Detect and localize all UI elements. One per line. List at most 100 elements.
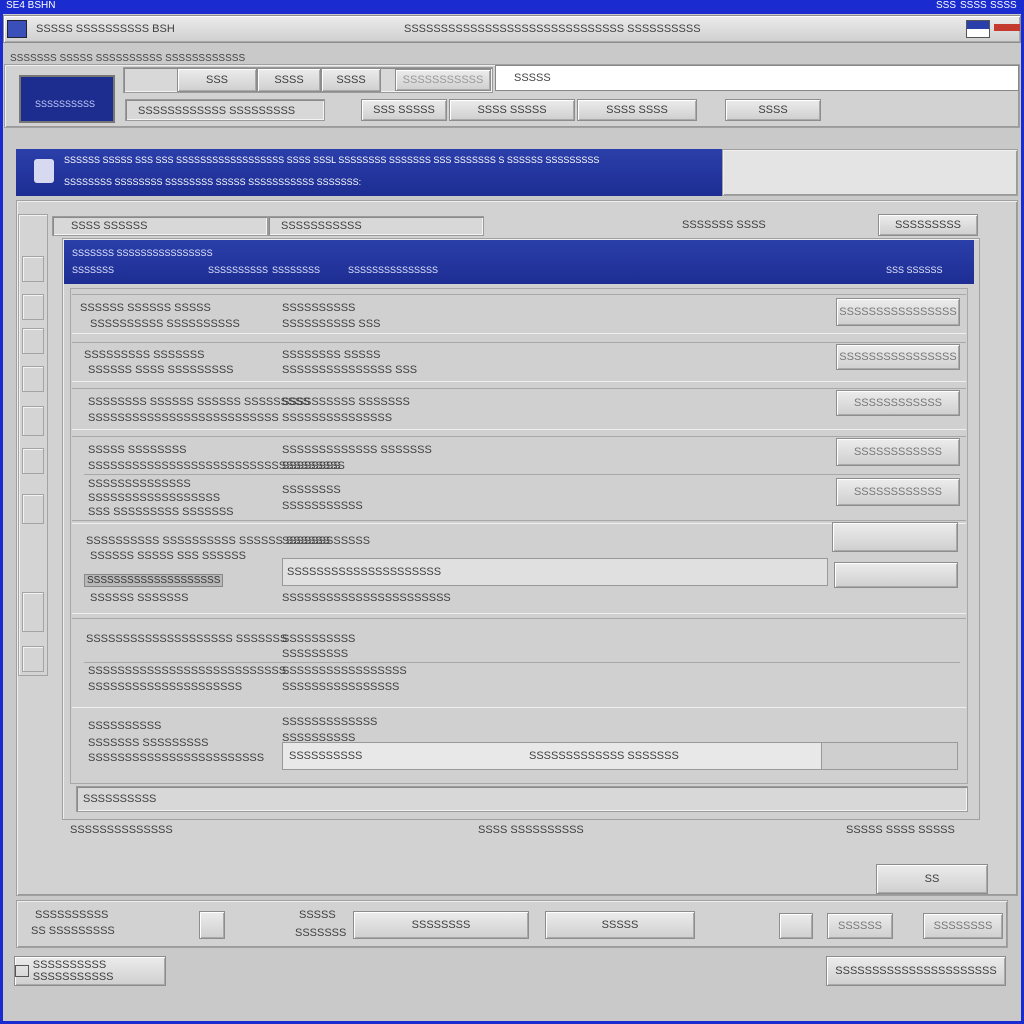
subheader-middle: SSSSSSSSSSS [268,216,484,236]
row-7-label: SSSSSSSSSSSSSSSSSSSS SSSSSSS [86,633,288,645]
bottom-button-b[interactable]: SSSSS [545,911,695,939]
row-2-value2: SSSSSSSSSSSSSSS SSS [282,364,418,376]
bottom-toolbar: SSSSSSSSSS SS SSSSSSSSS SSSSS SSSSSSS SS… [16,900,1008,948]
group-header: SSSSSSS SSSSSSSSSSSSSSSS SSSSSSS SSSSSSS… [64,240,974,284]
subtitle-text: SSSSSSSSSSSS SSSSSSSSS [138,105,296,117]
row-1-value: SSSSSSSSSS [282,302,356,314]
sidebar-icon-5[interactable] [22,406,44,436]
status-right: SSSSS SSSS SSSSS [846,824,955,836]
row-5-value: SSSSSSSS [282,484,341,496]
row-6-sub: SSSSSS SSSSS SSS SSSSSS [90,550,246,562]
maximize-button[interactable]: SSSS [960,0,987,11]
tab-3[interactable]: SSSS [321,68,381,92]
banner-line-1: SSSSSS SSSSS SSS SSS SSSSSSSSSSSSSSSSSS … [64,155,600,165]
bottom-info-1: SSSSSSSSSS [35,909,109,921]
bottom-info-2: SS SSSSSSSSS [31,925,115,937]
app-title: SE4 BSHN [6,0,56,11]
bottom-button-d[interactable]: SSSSSSSS [923,913,1003,939]
bottom-left-button-label: SSSSSSSSSS SSSSSSSSSSS [32,959,114,983]
sidebar-icon-4[interactable] [22,366,44,392]
row-7-sub2: SSSSSSSSSSSSSSSSSSSSS [88,681,243,693]
red-indicator-icon [994,24,1020,31]
row-4-button[interactable]: SSSSSSSSSSSS [836,438,960,466]
row-6-field-value: SSSSSSSSSSSSSSSSSSSSS [287,566,442,578]
search-input-value: SSSSS [514,72,551,84]
banner-line-2: SSSSSSSS SSSSSSSS SSSSSSSS SSSSS SSSSSSS… [64,177,362,187]
row-6-field[interactable]: SSSSSSSSSSSSSSSSSSSSS [282,558,828,586]
subheader-button[interactable]: SSSSSSSSS [878,214,978,236]
sidebar-icon-1[interactable] [22,256,44,282]
search-input[interactable]: SSSSS [495,65,1019,91]
sidebar-icon-6[interactable] [22,448,44,474]
row-3-label: SSSSSSSS SSSSSS SSSSSS SSSSSSSSS [88,396,310,408]
row-8-field-value2: SSSSSSSSSSSSS SSSSSSS [529,750,679,762]
row-7-divider [84,662,960,663]
ok-button[interactable]: SS [876,864,988,894]
row-4-label: SSSSS SSSSSSSS [88,444,187,456]
group-col-2: SSSSSSSSSS [208,265,269,275]
group-title: SSSSSSS SSSSSSSSSSSSSSSS [72,248,213,258]
row-7-sub: SSSSSSSSSSSSSSSSSSSSSSSSSSS [88,665,287,677]
sidebar-icon-8[interactable] [22,592,44,632]
row-8-field[interactable]: SSSSSSSSSS SSSSSSSSSSSSS SSSSSSS [282,742,958,770]
minimize-button[interactable]: SSS [936,0,956,11]
group-col-4: SSSSSSSSSSSSSSS [348,265,439,275]
sub-tab-2[interactable]: SSSS SSSSS [449,99,575,121]
tab-2[interactable]: SSSS [257,68,321,92]
sidebar-icon-3[interactable] [22,328,44,354]
bottom-button-a[interactable]: SSSSSSSS [353,911,529,939]
subheader-left: SSSS SSSSSS [52,216,268,236]
close-button[interactable]: SSSS [990,0,1017,11]
row-6-dropdown-button[interactable] [834,562,958,588]
tab-1[interactable]: SSS [177,68,257,92]
sub-tab-3[interactable]: SSSS SSSS [577,99,697,121]
row-2-button[interactable]: SSSSSSSSSSSSSSSS [836,344,960,370]
bottom-right-button[interactable]: SSSSSSSSSSSSSSSSSSSSSS [826,956,1006,986]
row-7-value: SSSSSSSSSS [282,633,356,645]
row-3-button[interactable]: SSSSSSSSSSSS [836,390,960,416]
flag-icon [966,20,990,38]
row-2-value: SSSSSSSS SSSSS [282,349,381,361]
bottom-info-4: SSSSSSS [295,927,347,939]
document-icon[interactable] [199,911,225,939]
row-1-button[interactable]: SSSSSSSSSSSSSSSS [836,298,960,326]
table-row [72,342,966,382]
sidebar-icon-2[interactable] [22,294,44,320]
row-1-label: SSSSSS SSSSSS SSSSS [80,302,211,314]
subheader-right-text: SSSSSSS SSSS [682,219,766,231]
row-5-label: SSSSSSSSSSSSSS [88,478,191,490]
row-5-button[interactable]: SSSSSSSSSSSS [836,478,960,506]
group-header-right: SSS SSSSSS [886,265,943,275]
menu-left[interactable]: SSSSS SSSSSSSSSS BSH [36,23,175,35]
row-6-empty-button[interactable] [832,522,958,552]
row-5-extra: SSS SSSSSSSSS SSSSSSS [88,506,234,518]
row-7-value4: SSSSSSSSSSSSSSSS [282,681,400,693]
row-8-field-button[interactable] [821,743,957,769]
subtitle-field: SSSSSSSSSSSS SSSSSSSSS [125,99,325,121]
status-left: SSSSSSSSSSSSSS [70,824,173,836]
preview-text: SSSSSSSSSS [35,99,96,109]
menu-center: SSSSSSSSSSSSSSSSSSSSSSSSSSSSSS SSSSSSSSS… [404,23,701,35]
toolbar-caption: SSSSSSS SSSSS SSSSSSSSSS SSSSSSSSSSSS [10,53,246,64]
banner-side-panel [722,149,1018,196]
bottom-info-3: SSSSS [299,909,336,921]
row-8-value: SSSSSSSSSSSSS [282,716,378,728]
row-4-value: SSSSSSSSSSSSS SSSSSSS [282,444,432,456]
tab-4[interactable]: SSSSSSSSSSS [395,69,491,91]
row-5-sub: SSSSSSSSSSSSSSSSSS [88,492,221,504]
bottom-button-c[interactable]: SSSSSS [827,913,893,939]
sub-tab-4[interactable]: SSSS [725,99,821,121]
row-8-label: SSSSSSSSSS [88,720,162,732]
row-2-label: SSSSSSSSS SSSSSSS [84,349,205,361]
row-4-value2: SSSSSSSS [282,460,341,472]
subheader-left-text: SSSS SSSSSS [71,220,148,232]
sidebar-icon-7[interactable] [22,494,44,524]
menu-bar: SSSSS SSSSSSSSSS BSH SSSSSSSSSSSSSSSSSSS… [3,15,1021,43]
table-row [72,618,966,708]
row-2-sub: SSSSSS SSSS SSSSSSSSS [88,364,234,376]
bottom-left-button[interactable]: SSSSSSSSSS SSSSSSSSSSS [14,956,166,986]
sub-tab-1[interactable]: SSS SSSSS [361,99,447,121]
sidebar-icon-9[interactable] [22,646,44,672]
row-6-sub3: SSSSSS SSSSSSS [90,592,189,604]
bottom-small-button[interactable] [779,913,813,939]
